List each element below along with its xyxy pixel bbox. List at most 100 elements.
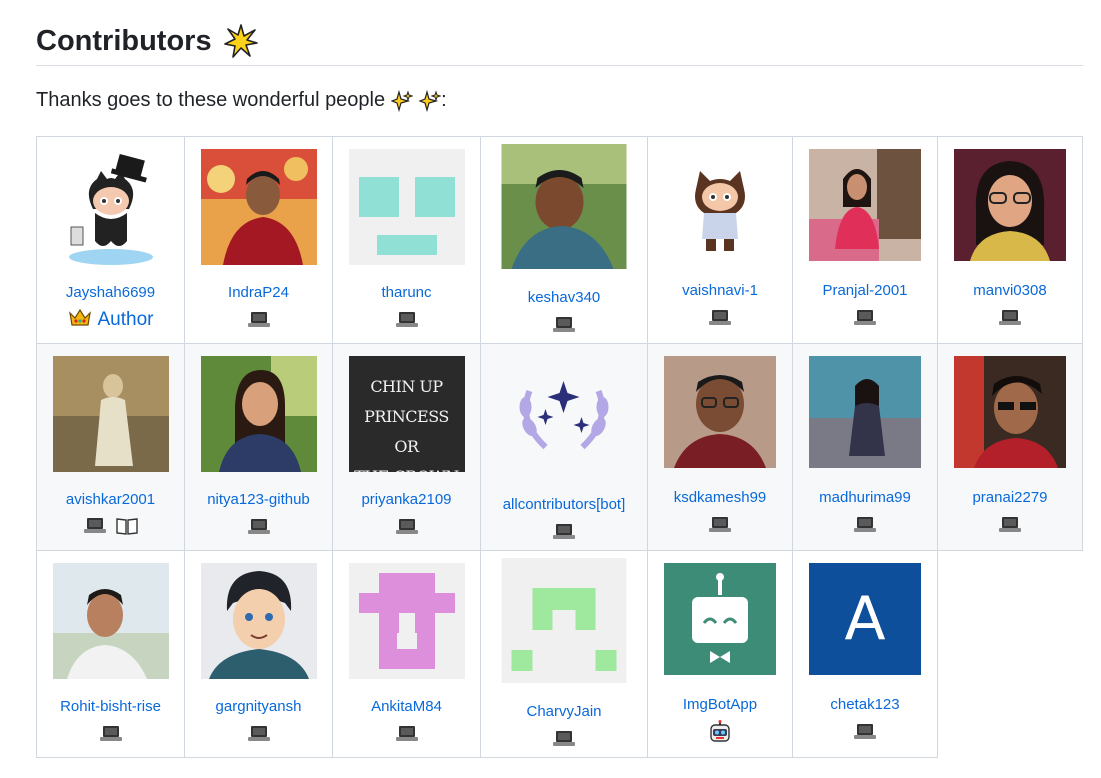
- intro-suffix: :: [441, 89, 447, 111]
- avatar[interactable]: [664, 149, 776, 261]
- contributor-name-link[interactable]: allcontributors[bot]: [481, 496, 647, 513]
- contributor-name-link[interactable]: avishkar2001: [37, 491, 184, 508]
- contributor-name-link[interactable]: priyanka2109: [333, 491, 480, 508]
- laptop-icon[interactable]: [854, 516, 876, 533]
- contributor-name-link[interactable]: nitya123-github: [185, 491, 332, 508]
- laptop-icon[interactable]: [854, 723, 876, 740]
- laptop-icon[interactable]: [247, 725, 270, 742]
- avatar[interactable]: [809, 149, 921, 261]
- contribution-badges: [938, 309, 1082, 326]
- contribution-badges: [793, 516, 937, 533]
- contributor-cell: gargnityansh: [184, 550, 333, 758]
- contributor-name-link[interactable]: ksdkamesh99: [648, 489, 792, 506]
- contributor-cell: manvi0308: [937, 136, 1083, 344]
- contributor-name-link[interactable]: gargnityansh: [185, 698, 332, 715]
- contributor-name-link[interactable]: pranai2279: [938, 489, 1082, 506]
- avatar[interactable]: [664, 356, 776, 468]
- avatar[interactable]: [501, 351, 627, 476]
- contribution-badges: [648, 516, 792, 533]
- laptop-icon[interactable]: [999, 516, 1021, 533]
- avatar[interactable]: [954, 149, 1066, 261]
- laptop-icon[interactable]: [999, 309, 1021, 326]
- contributor-name-link[interactable]: ImgBotApp: [648, 696, 792, 713]
- avatar[interactable]: [501, 558, 627, 683]
- contributor-cell: Jayshah6699 Author: [36, 136, 185, 344]
- contribution-badges: [793, 723, 937, 740]
- contribution-badges: [185, 725, 332, 742]
- contributor-cell: CharvyJain: [480, 550, 648, 758]
- contributor-cell: tharunc: [332, 136, 481, 344]
- avatar[interactable]: [348, 563, 465, 679]
- book-icon[interactable]: [115, 517, 138, 540]
- author-badge-link[interactable]: Author: [98, 309, 154, 331]
- contributor-name-link[interactable]: keshav340: [481, 289, 647, 306]
- avatar-quote-line: OR: [394, 437, 419, 456]
- crown-icon: [68, 307, 92, 332]
- contributor-name-link[interactable]: madhurima99: [793, 489, 937, 506]
- contributor-cell: Pranjal-2001: [792, 136, 938, 344]
- contributor-name-link[interactable]: chetak123: [793, 696, 937, 713]
- avatar[interactable]: [52, 149, 169, 265]
- contributor-name-link[interactable]: CharvyJain: [481, 703, 647, 720]
- contribution-badges: [793, 309, 937, 326]
- avatar[interactable]: [348, 149, 465, 265]
- avatar[interactable]: [664, 563, 776, 675]
- sparkles-icon: [418, 89, 442, 112]
- laptop-icon[interactable]: [553, 730, 575, 747]
- contributor-cell: madhurima99: [792, 343, 938, 551]
- laptop-icon[interactable]: [553, 523, 575, 540]
- laptop-icon[interactable]: [247, 311, 270, 328]
- contributor-name-link[interactable]: IndraP24: [185, 284, 332, 301]
- contributor-cell: AnkitaM84: [332, 550, 481, 758]
- contribution-badges: [648, 309, 792, 326]
- avatar-quote-line: THE CROWN SLIPS.: [349, 462, 465, 472]
- contributor-name-link[interactable]: manvi0308: [938, 282, 1082, 299]
- avatar[interactable]: [954, 356, 1066, 468]
- contributors-table: Jayshah6699 Author IndraP24 tharunc kesh…: [36, 136, 1083, 758]
- contribution-badges: [185, 311, 332, 328]
- contributor-cell: Rohit-bisht-rise: [36, 550, 185, 758]
- avatar-quote-line: CHIN UP PRINCESS: [364, 377, 449, 426]
- contributor-cell: allcontributors[bot]: [480, 343, 648, 551]
- contribution-badges: [648, 720, 792, 749]
- robot-icon[interactable]: [708, 720, 732, 749]
- avatar[interactable]: [501, 144, 627, 269]
- contributor-name-link[interactable]: AnkitaM84: [333, 698, 480, 715]
- contributor-name-link[interactable]: Rohit-bisht-rise: [37, 698, 184, 715]
- contributor-cell: ksdkamesh99: [647, 343, 793, 551]
- contributor-name-link[interactable]: vaishnavi-1: [648, 282, 792, 299]
- contributor-name-link[interactable]: Jayshah6699: [37, 284, 184, 301]
- empty-cell: [937, 550, 1083, 758]
- avatar-quote: CHIN UP PRINCESS OR THE CROWN SLIPS.: [349, 372, 465, 472]
- avatar[interactable]: [200, 356, 317, 472]
- contributor-name-link[interactable]: Pranjal-2001: [793, 282, 937, 299]
- avatar[interactable]: [52, 356, 169, 472]
- avatar[interactable]: [200, 563, 317, 679]
- page-title: Contributors: [36, 18, 258, 64]
- avatar[interactable]: [809, 356, 921, 468]
- contributor-name-link[interactable]: tharunc: [333, 284, 480, 301]
- laptop-icon[interactable]: [395, 311, 418, 328]
- heading-text: Contributors: [36, 24, 212, 57]
- contribution-badges: [481, 316, 647, 333]
- laptop-icon[interactable]: [395, 725, 418, 742]
- laptop-icon[interactable]: [83, 517, 106, 534]
- avatar[interactable]: CHIN UP PRINCESS OR THE CROWN SLIPS.: [348, 356, 465, 472]
- contribution-badges: [481, 523, 647, 540]
- contributor-cell: IndraP24: [184, 136, 333, 344]
- heading-divider: [36, 65, 1083, 66]
- avatar[interactable]: A: [809, 563, 921, 675]
- laptop-icon[interactable]: [709, 516, 731, 533]
- avatar[interactable]: [52, 563, 169, 679]
- contribution-badges: [185, 518, 332, 535]
- contribution-badges: [938, 516, 1082, 533]
- laptop-icon[interactable]: [395, 518, 418, 535]
- laptop-icon[interactable]: [553, 316, 575, 333]
- laptop-icon[interactable]: [99, 725, 122, 742]
- laptop-icon[interactable]: [709, 309, 731, 326]
- laptop-icon[interactable]: [854, 309, 876, 326]
- laptop-icon[interactable]: [247, 518, 270, 535]
- contribution-badges: [481, 730, 647, 747]
- contribution-badges: [333, 311, 480, 328]
- avatar[interactable]: [200, 149, 317, 265]
